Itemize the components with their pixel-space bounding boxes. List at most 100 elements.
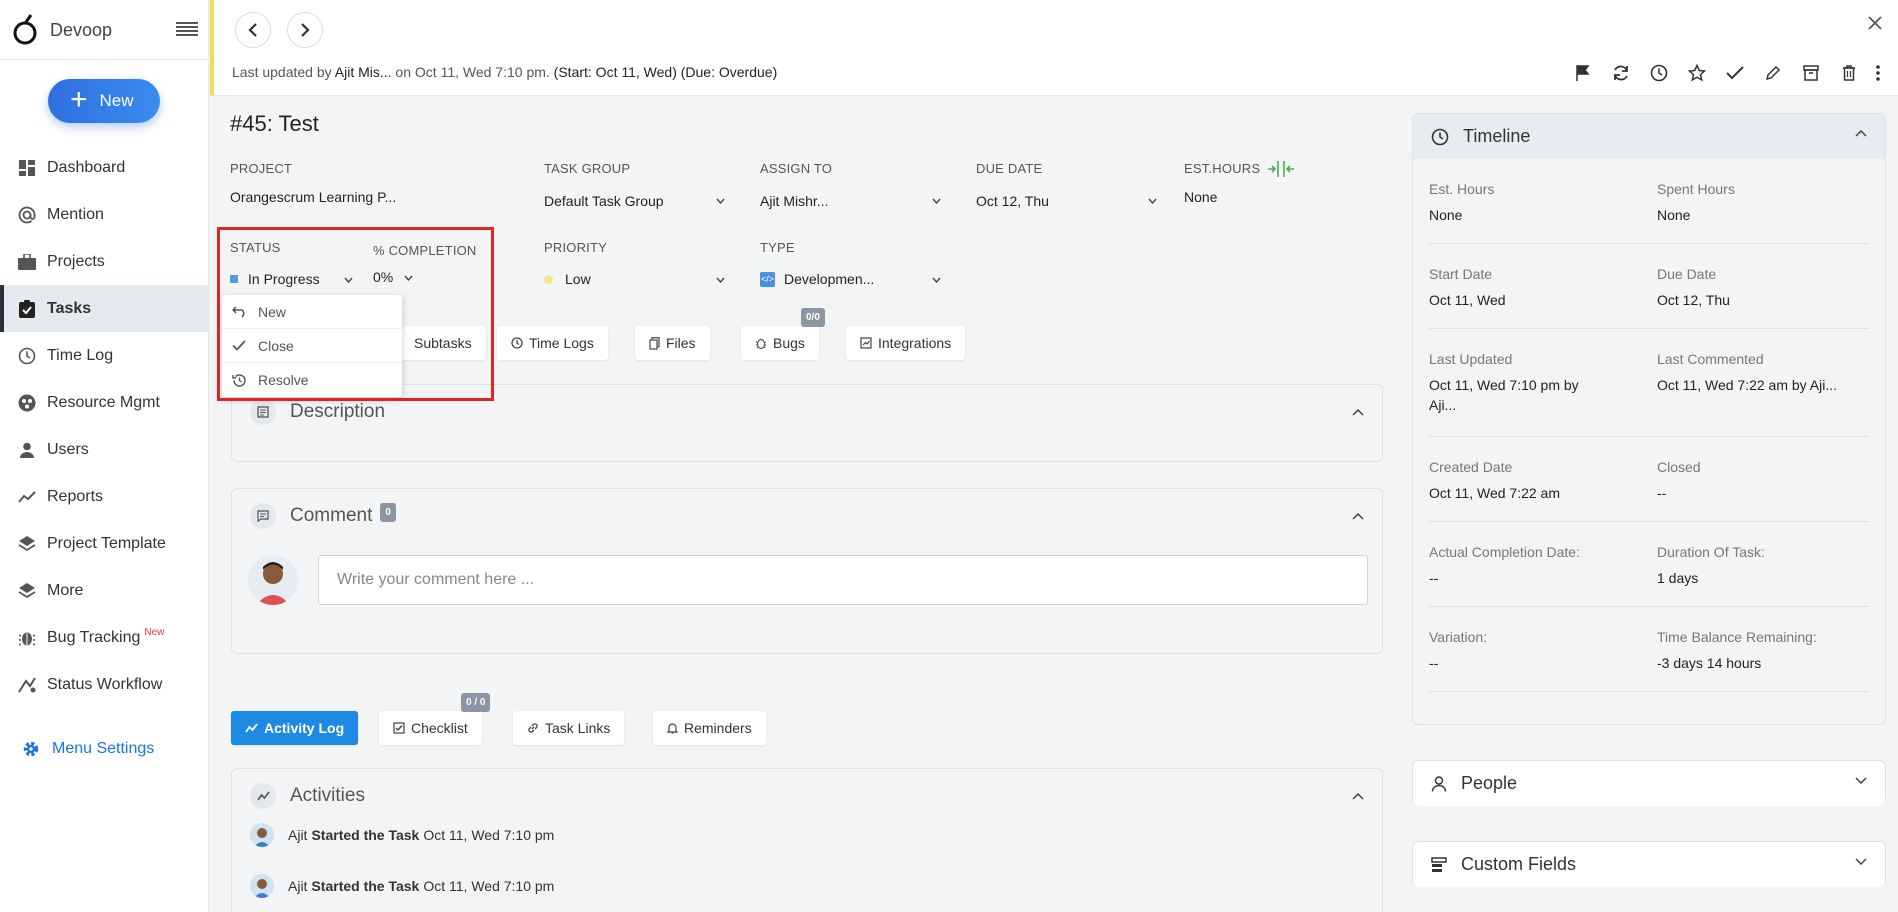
project-value[interactable]: Orangescrum Learning P...: [230, 189, 396, 205]
timeline-row: Start Date Oct 11, Wed Due Date Oct 12, Th…: [1429, 244, 1869, 329]
sidebar-item-resource-mgmt[interactable]: Resource Mgmt: [0, 379, 209, 426]
tab-task-links[interactable]: Task Links: [513, 711, 625, 745]
sidebar-item-label: Time Log: [47, 346, 114, 364]
timeline-value: -3 days 14 hours: [1657, 655, 1762, 671]
trash-icon[interactable]: [1830, 62, 1868, 84]
sidebar-item-status-workflow[interactable]: Status Workflow: [0, 661, 209, 708]
brand-name: Devoop: [50, 20, 113, 40]
sidebar-item-mention[interactable]: Mention: [0, 191, 209, 238]
sidebar-item-bug-tracking[interactable]: Bug Tracking New: [0, 614, 209, 661]
timeline-header[interactable]: Timeline: [1413, 114, 1885, 159]
chevron-down-icon[interactable]: [1148, 198, 1157, 204]
activities-header[interactable]: Activities: [250, 783, 365, 809]
people-header[interactable]: People: [1413, 761, 1885, 806]
sidebar-item-reports[interactable]: Reports: [0, 473, 209, 520]
timeline-label: Variation:: [1429, 629, 1488, 645]
timeline-panel: Timeline Est. Hours None Spent Hours None …: [1412, 113, 1886, 725]
custom-fields-header[interactable]: Custom Fields: [1413, 842, 1885, 887]
tab-integrations[interactable]: Integrations: [846, 326, 966, 360]
comment-input[interactable]: Write your comment here ...: [318, 555, 1368, 605]
timeline-cell: Start Date Oct 11, Wed: [1429, 266, 1619, 310]
comment-icon: [250, 503, 276, 529]
at-icon: [18, 206, 36, 224]
list-icon: [1431, 856, 1447, 873]
timeline-value: Oct 11, Wed: [1429, 292, 1506, 308]
last-updated-info: Last updated by Ajit Mis... on Oct 11, W…: [232, 64, 777, 80]
est-hours-value[interactable]: None: [1184, 189, 1217, 205]
people-panel: People: [1412, 760, 1886, 806]
sidebar-item-label: Projects: [47, 252, 105, 270]
bell-icon: [667, 722, 678, 734]
sidebar-item-label: Bug Tracking: [47, 628, 141, 646]
task-toolbar: [1564, 62, 1888, 84]
highlight-box: [217, 227, 494, 401]
chevron-down-icon[interactable]: [932, 277, 941, 283]
comment-panel: Comment 0 Write your comment here ...: [231, 488, 1383, 654]
timeline-value: --: [1429, 655, 1439, 671]
sidebar-item-projects[interactable]: Projects: [0, 238, 209, 285]
layers-icon: [18, 582, 36, 600]
activities-panel: Activities Ajit Started the Task Oct 11,…: [231, 768, 1383, 912]
sidebar-item-project-template[interactable]: Project Template: [0, 520, 209, 567]
tab-time-logs[interactable]: Time Logs: [497, 326, 608, 360]
star-icon[interactable]: [1678, 62, 1716, 84]
tab-activity-log[interactable]: Activity Log: [231, 711, 359, 745]
sidebar-item-dashboard[interactable]: Dashboard: [0, 144, 209, 191]
priority-dot-icon: [544, 274, 553, 284]
close-icon[interactable]: [1868, 16, 1882, 30]
priority-select[interactable]: Low: [544, 271, 591, 287]
devoop-logo-icon[interactable]: [12, 13, 40, 47]
due-date-select[interactable]: Oct 12, Thu: [976, 193, 1049, 209]
chevron-down-icon[interactable]: [932, 198, 941, 204]
tab-bugs[interactable]: Bugs: [741, 326, 819, 360]
check-icon[interactable]: [1716, 62, 1754, 84]
new-badge: New: [144, 627, 165, 638]
chevron-down-icon[interactable]: [716, 277, 725, 283]
refresh-icon[interactable]: [1602, 62, 1640, 84]
timeline-label: Closed: [1657, 459, 1701, 475]
chevron-down-icon[interactable]: [716, 198, 725, 204]
sidebar-item-time-log[interactable]: Time Log: [0, 332, 209, 379]
more-vertical-icon[interactable]: [1868, 62, 1888, 84]
chevron-down-icon[interactable]: [1855, 858, 1867, 865]
chevron-up-icon[interactable]: [1352, 793, 1364, 800]
description-header[interactable]: Description: [250, 399, 385, 425]
pencil-icon[interactable]: [1754, 62, 1792, 84]
sidebar-item-users[interactable]: Users: [0, 426, 209, 473]
priority-label: PRIORITY: [544, 240, 607, 255]
assign-to-label: ASSIGN TO: [760, 161, 833, 176]
timeline-row: Variation: -- Time Balance Remaining: -3 d…: [1429, 607, 1869, 692]
new-button[interactable]: + New: [48, 79, 160, 123]
brand: Devoop: [0, 0, 209, 60]
project-label: PROJECT: [230, 161, 293, 176]
sidebar-item-tasks[interactable]: Tasks: [0, 285, 209, 332]
back-button[interactable]: [235, 12, 271, 48]
tab-checklist[interactable]: Checklist: [379, 711, 482, 745]
sidebar-item-more[interactable]: More: [0, 567, 209, 614]
task-group-select[interactable]: Default Task Group: [544, 193, 724, 209]
avatar: [248, 555, 298, 605]
forward-button[interactable]: [287, 12, 323, 48]
hamburger-menu-icon[interactable]: [176, 21, 198, 39]
updated-user[interactable]: Ajit Mis...: [335, 64, 392, 80]
checkbox-icon: [393, 722, 405, 734]
assign-to-select[interactable]: Ajit Mishr...: [760, 193, 828, 209]
estimate-adjust-icon[interactable]: [1266, 159, 1296, 179]
type-select[interactable]: </> Developmen...: [760, 271, 874, 287]
menu-settings-link[interactable]: Menu Settings: [22, 740, 154, 758]
due-date-label: DUE DATE: [976, 161, 1043, 176]
comment-count-badge: 0: [380, 502, 396, 522]
chevron-up-icon[interactable]: [1352, 513, 1364, 520]
sidebar-item-label: Status Workflow: [47, 675, 163, 693]
chevron-up-icon[interactable]: [1352, 409, 1364, 416]
chevron-up-icon[interactable]: [1855, 130, 1867, 137]
chevron-down-icon[interactable]: [1855, 777, 1867, 784]
custom-fields-title: Custom Fields: [1461, 854, 1577, 874]
tab-reminders[interactable]: Reminders: [653, 711, 766, 745]
tab-files[interactable]: Files: [635, 326, 710, 360]
comment-header[interactable]: Comment 0: [250, 502, 396, 529]
archive-icon[interactable]: [1792, 62, 1830, 84]
briefcase-icon: [18, 253, 36, 271]
clock-icon[interactable]: [1640, 62, 1678, 84]
flag-icon[interactable]: [1564, 62, 1602, 84]
